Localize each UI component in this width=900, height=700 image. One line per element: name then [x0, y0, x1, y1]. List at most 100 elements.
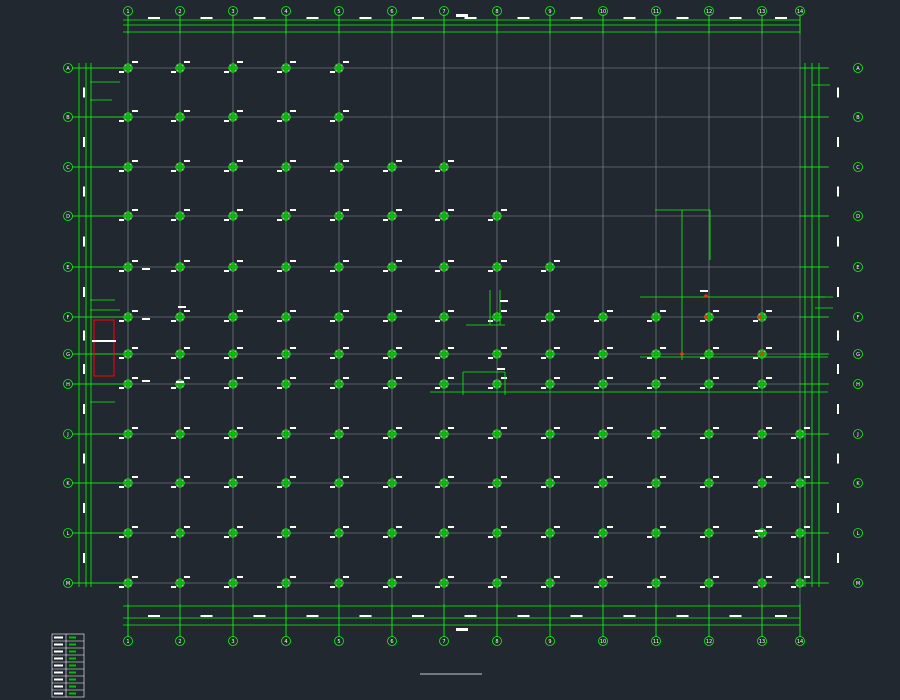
column-tag [594, 536, 599, 538]
column-tag [554, 476, 560, 478]
column-flange [545, 531, 555, 535]
column-tag [435, 486, 440, 488]
dimension-value-plate [775, 17, 787, 19]
column-flange [598, 581, 608, 585]
column-tag [396, 209, 402, 211]
column-flange [545, 481, 555, 485]
column-tag [607, 377, 613, 379]
column-flange [228, 315, 238, 319]
column-flange [334, 115, 344, 119]
column-tag [647, 586, 652, 588]
column-tag [713, 377, 719, 379]
column-flange [387, 214, 397, 218]
column-tag [119, 357, 124, 359]
column-flange [651, 432, 661, 436]
dimension-value-plate [837, 364, 839, 374]
column-tag [594, 320, 599, 322]
column-tag [660, 576, 666, 578]
column-tag [237, 377, 243, 379]
grid-bubble-label: F [857, 315, 860, 321]
column-tag [607, 347, 613, 349]
column-tag [448, 427, 454, 429]
column-tag [277, 120, 282, 122]
column-tag [224, 320, 229, 322]
column-flange [281, 66, 291, 70]
dimension-value-plate [623, 17, 636, 19]
column-tag [501, 347, 507, 349]
dimension-value-plate [517, 17, 530, 19]
column-tag [448, 209, 454, 211]
drawing-background [0, 0, 900, 700]
column-tag [343, 160, 349, 162]
column-tag [343, 209, 349, 211]
legend-cell-text [54, 664, 63, 667]
column-tag [607, 576, 613, 578]
column-tag [343, 310, 349, 312]
column-flange [704, 352, 714, 356]
column-tag [660, 347, 666, 349]
column-flange [123, 352, 133, 356]
column-tag [753, 320, 758, 322]
column-flange [175, 265, 185, 269]
column-tag [237, 576, 243, 578]
column-tag [237, 310, 243, 312]
column-tag [647, 387, 652, 389]
column-tag [753, 387, 758, 389]
column-tag [277, 536, 282, 538]
column-flange [651, 581, 661, 585]
column-tag [184, 260, 190, 262]
overall-dimension-plate [456, 14, 468, 17]
column-flange [228, 382, 238, 386]
structural-plan-drawing: 11223344556677889910101111121213131414A A… [0, 0, 900, 700]
column-tag [132, 377, 138, 379]
dimension-value-plate [359, 615, 372, 617]
column-tag [554, 526, 560, 528]
column-tag [660, 310, 666, 312]
column-tag [791, 486, 796, 488]
column-tag [396, 427, 402, 429]
column-tag [343, 377, 349, 379]
legend-cell-mark [69, 692, 76, 695]
column-tag [396, 310, 402, 312]
column-tag [343, 476, 349, 478]
column-tag [647, 486, 652, 488]
dimension-value-plate [570, 615, 583, 617]
grid-bubble-label: J [66, 432, 68, 438]
column-tag [396, 476, 402, 478]
grid-bubble-label: E [856, 265, 859, 271]
column-flange [175, 315, 185, 319]
legend-cell-text [54, 643, 63, 646]
dimension-value-plate [200, 615, 213, 617]
accent-marker [758, 315, 762, 319]
column-flange [228, 265, 238, 269]
dimension-value-plate [464, 615, 477, 617]
legend-cell-text [54, 685, 63, 688]
column-flange [387, 352, 397, 356]
grid-bubble-label: 14 [797, 9, 803, 15]
column-tag [700, 320, 705, 322]
column-tag [119, 270, 124, 272]
column-tag [224, 387, 229, 389]
column-tag [184, 160, 190, 162]
column-flange [598, 352, 608, 356]
column-flange [175, 531, 185, 535]
grid-bubble-label: G [66, 352, 70, 358]
column-flange [492, 581, 502, 585]
column-tag [119, 486, 124, 488]
grid-bubble-label: 11 [653, 9, 659, 15]
grid-bubble-label: B [66, 115, 70, 121]
column-tag [700, 387, 705, 389]
column-tag [224, 357, 229, 359]
column-flange [175, 214, 185, 218]
column-tag [330, 437, 335, 439]
column-flange [598, 432, 608, 436]
column-tag [713, 310, 719, 312]
grid-bubble-label: E [66, 265, 69, 271]
column-flange [795, 481, 805, 485]
column-flange [651, 352, 661, 356]
column-tag [132, 61, 138, 63]
column-flange [387, 165, 397, 169]
dimension-value-plate [83, 330, 85, 341]
column-flange [281, 352, 291, 356]
column-tag [541, 270, 546, 272]
